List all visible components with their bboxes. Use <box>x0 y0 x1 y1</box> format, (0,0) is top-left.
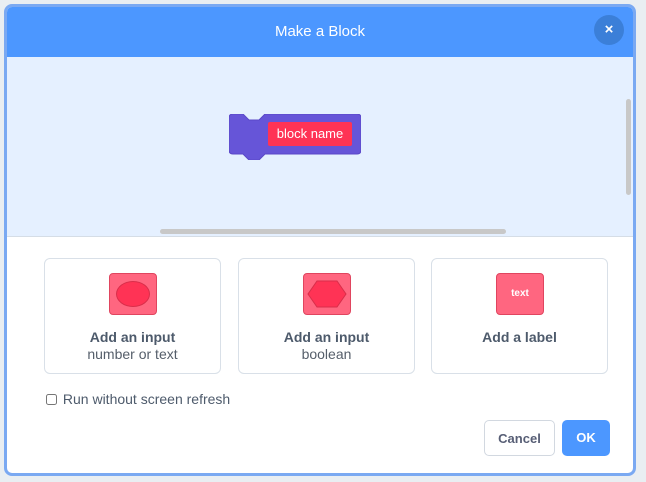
run-without-refresh-checkbox[interactable] <box>46 394 57 405</box>
vertical-scrollbar[interactable] <box>626 99 631 195</box>
block-name-label[interactable]: block name <box>268 122 352 146</box>
add-input-boolean-button[interactable]: Add an input boolean <box>238 258 415 374</box>
oval-shape <box>116 281 150 307</box>
oval-input-icon <box>109 273 157 315</box>
option-subtitle: boolean <box>301 346 352 362</box>
run-without-refresh-label: Run without screen refresh <box>62 391 231 407</box>
custom-block-preview: block name <box>228 113 362 161</box>
text-label-icon: text <box>496 273 544 315</box>
dialog-header: Make a Block × <box>7 7 633 57</box>
block-preview-workspace: block name <box>7 57 633 237</box>
option-title: Add an input <box>89 329 176 345</box>
ok-button[interactable]: OK <box>562 420 610 456</box>
dialog-title: Make a Block <box>274 23 366 40</box>
option-title: Add an input <box>283 329 370 345</box>
make-block-dialog: Make a Block × block name Add an input n… <box>4 4 636 476</box>
option-subtitle: number or text <box>87 346 178 362</box>
diamond-shape <box>307 280 347 308</box>
close-button[interactable]: × <box>594 15 624 45</box>
add-input-number-text-button[interactable]: Add an input number or text <box>44 258 221 374</box>
horizontal-scrollbar[interactable] <box>160 229 506 234</box>
close-icon: × <box>604 21 614 38</box>
hexagon-input-icon <box>303 273 351 315</box>
run-without-refresh-option[interactable]: Run without screen refresh <box>46 391 230 407</box>
cancel-button[interactable]: Cancel <box>484 420 555 456</box>
add-label-button[interactable]: text Add a label <box>431 258 608 374</box>
option-title: Add a label <box>482 329 557 345</box>
text-chip: text <box>511 288 529 299</box>
